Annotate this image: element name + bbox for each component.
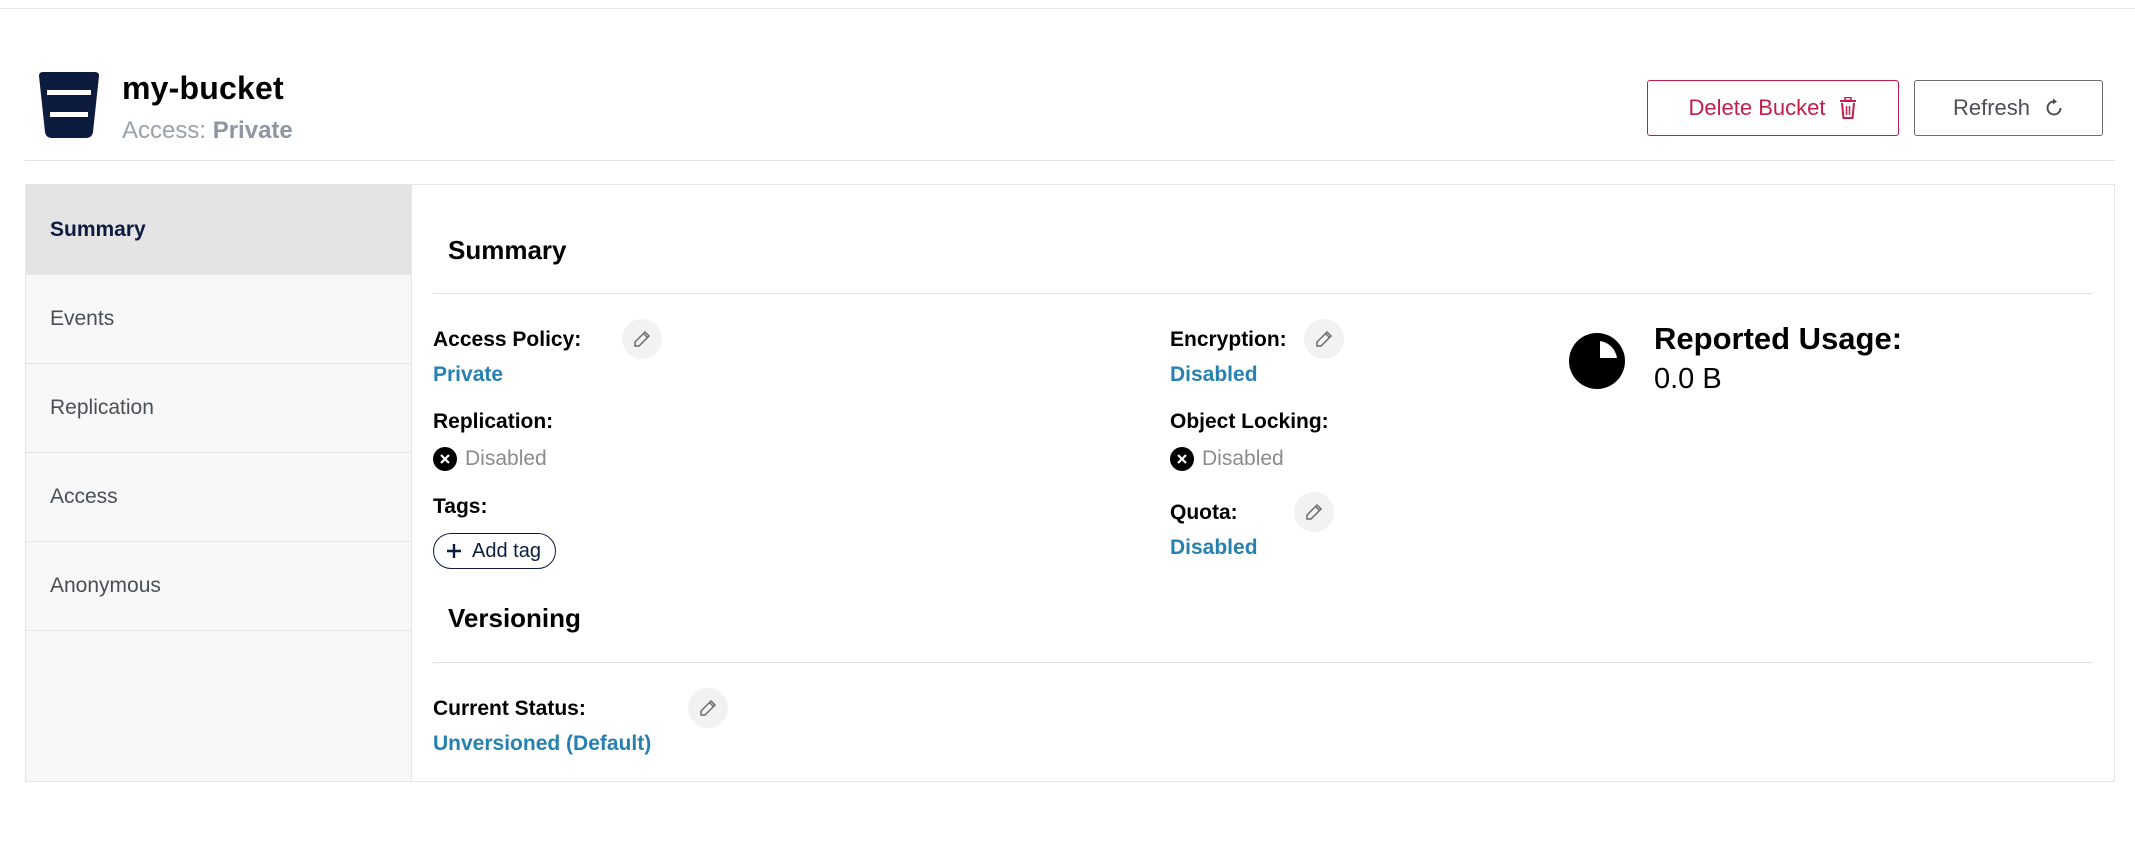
plus-icon xyxy=(447,544,461,558)
access-label: Access: xyxy=(122,117,207,144)
sidebar-item-label: Events xyxy=(50,307,115,330)
sidebar-item-summary[interactable]: Summary xyxy=(26,185,411,275)
replication-status: Disabled xyxy=(433,447,547,471)
pencil-icon xyxy=(1306,503,1323,520)
object-locking-value: Disabled xyxy=(1202,447,1284,470)
access-policy-label: Access Policy: xyxy=(433,328,582,351)
encryption-value[interactable]: Disabled xyxy=(1170,363,1258,387)
sidebar-item-access[interactable]: Access xyxy=(26,453,411,542)
summary-title: Summary xyxy=(448,235,567,265)
quota-label: Quota: xyxy=(1170,501,1238,524)
replication-value: Disabled xyxy=(465,447,547,470)
quota-value[interactable]: Disabled xyxy=(1170,536,1258,560)
sidebar-item-label: Access xyxy=(50,485,118,508)
edit-quota-button[interactable] xyxy=(1294,492,1334,532)
bucket-panel: Summary Events Replication Access Anonym… xyxy=(25,184,2115,782)
access-policy-value[interactable]: Private xyxy=(433,363,503,387)
reported-usage-value: 0.0 B xyxy=(1654,363,1722,395)
summary-content: Summary Access Policy: Private Replicati… xyxy=(411,185,2114,781)
sidebar-item-anonymous[interactable]: Anonymous xyxy=(26,542,411,631)
current-status-label: Current Status: xyxy=(433,697,586,720)
pencil-icon xyxy=(1316,330,1333,347)
bucket-icon xyxy=(39,72,99,138)
current-status-value[interactable]: Unversioned (Default) xyxy=(433,732,651,756)
sidebar-item-replication[interactable]: Replication xyxy=(26,364,411,453)
object-locking-status: Disabled xyxy=(1170,447,1284,471)
edit-encryption-button[interactable] xyxy=(1304,319,1344,359)
replication-label: Replication: xyxy=(433,410,554,433)
encryption-label: Encryption: xyxy=(1170,328,1287,351)
refresh-label: Refresh xyxy=(1952,95,2031,120)
header-divider xyxy=(25,160,2115,161)
refresh-button[interactable]: Refresh xyxy=(1914,80,2103,136)
bucket-access: Access: Private xyxy=(122,117,293,145)
summary-divider xyxy=(433,293,2093,294)
sidebar-item-events[interactable]: Events xyxy=(26,275,411,364)
sidebar-item-label: Replication xyxy=(50,396,154,419)
refresh-icon xyxy=(2046,98,2062,116)
edit-access-policy-button[interactable] xyxy=(622,319,662,359)
pencil-icon xyxy=(634,330,651,347)
pie-chart-icon xyxy=(1569,333,1625,389)
trash-icon xyxy=(1840,97,1857,119)
access-value: Private xyxy=(212,117,293,144)
sidebar-item-label: Summary xyxy=(50,217,146,241)
versioning-title: Versioning xyxy=(448,603,581,633)
pencil-icon xyxy=(700,699,717,716)
x-circle-icon xyxy=(433,447,457,471)
x-circle-icon xyxy=(1170,447,1194,471)
reported-usage-label: Reported Usage: xyxy=(1654,321,1903,356)
sidebar: Summary Events Replication Access Anonym… xyxy=(26,185,412,781)
tags-label: Tags: xyxy=(433,495,488,518)
delete-bucket-button[interactable]: Delete Bucket xyxy=(1647,80,1899,136)
delete-bucket-label: Delete Bucket xyxy=(1688,95,1826,120)
bucket-name: my-bucket xyxy=(122,70,284,106)
add-tag-label: Add tag xyxy=(472,539,541,562)
edit-versioning-button[interactable] xyxy=(688,688,728,728)
versioning-divider xyxy=(433,662,2093,663)
sidebar-item-label: Anonymous xyxy=(50,574,161,597)
object-locking-label: Object Locking: xyxy=(1170,410,1329,433)
top-divider xyxy=(0,8,2135,9)
add-tag-button[interactable]: Add tag xyxy=(433,533,556,569)
